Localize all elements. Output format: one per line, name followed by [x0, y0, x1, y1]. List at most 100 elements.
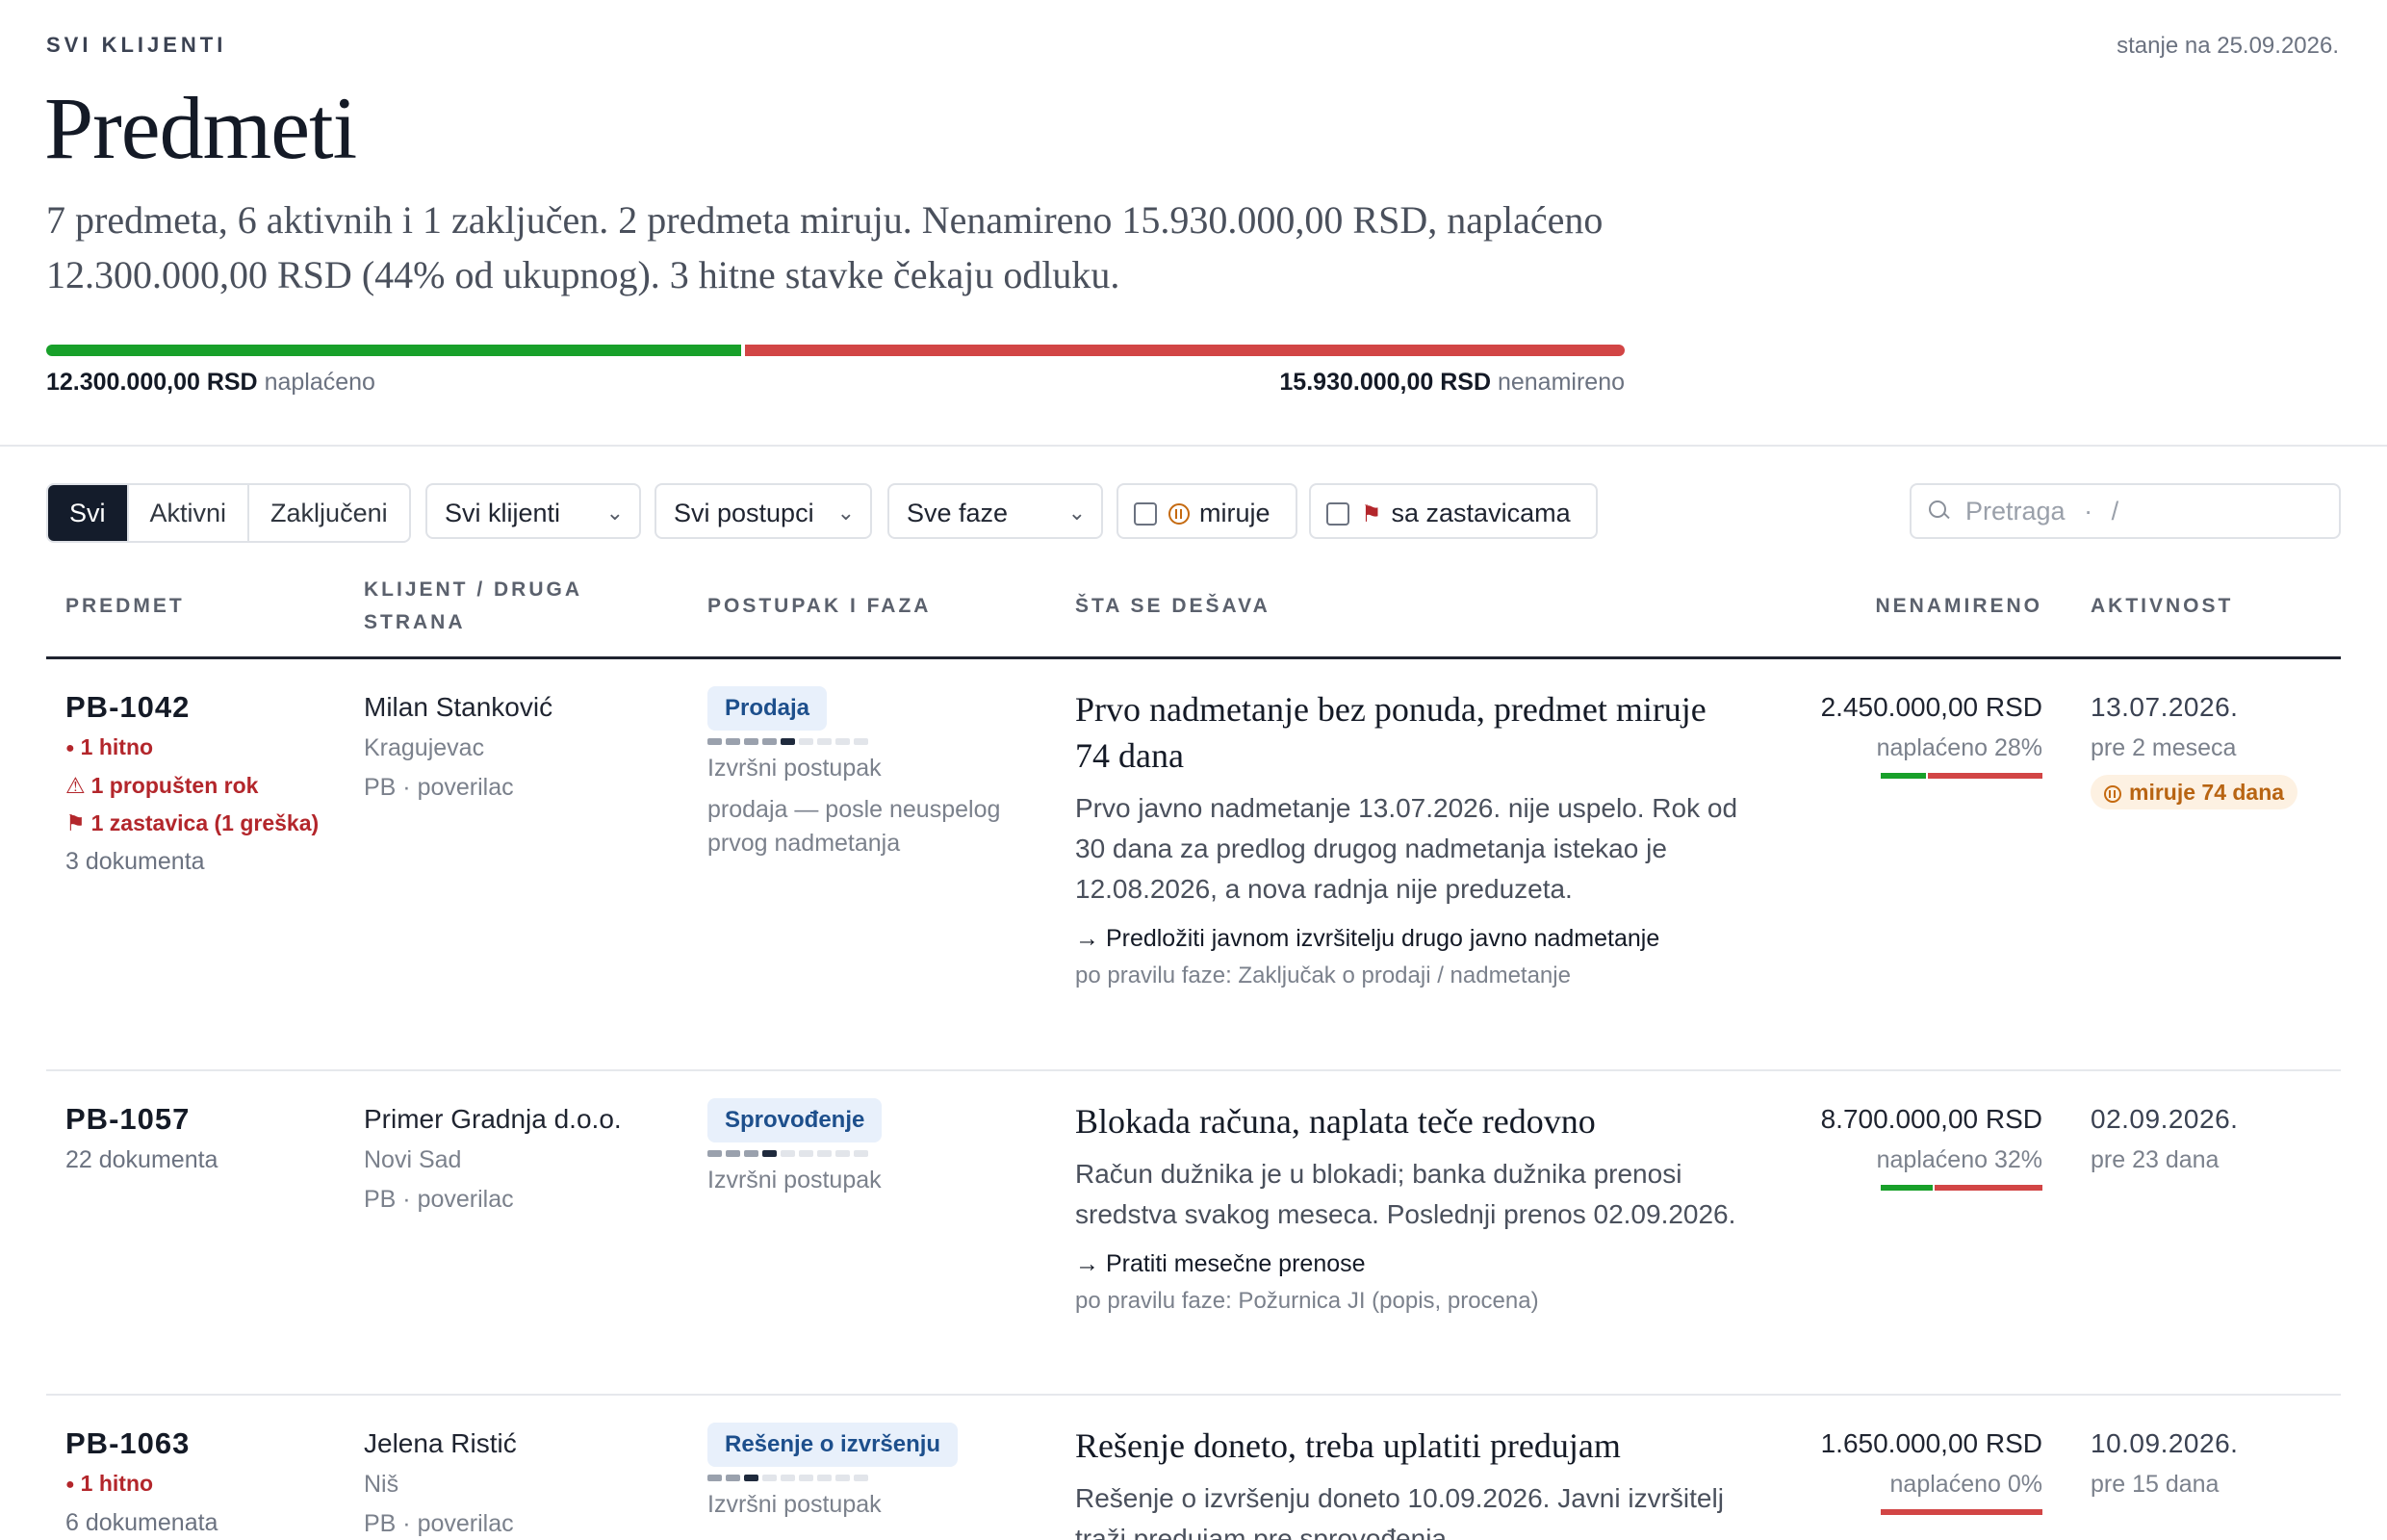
phase-step: [799, 1475, 813, 1481]
outstanding-cell: 1.650.000,00 RSD naplaćeno 0%: [1754, 1423, 2042, 1515]
flagged-filter-label: sa zastavicama: [1391, 499, 1571, 527]
phase-step: [781, 738, 795, 745]
urgent-count: ● 1 hitno: [65, 729, 354, 767]
chevron-down-icon: ⌄: [1067, 500, 1086, 525]
procedure-type: Izvršni postupak: [707, 755, 882, 782]
search-input[interactable]: Pretraga · /: [1910, 483, 2341, 539]
case-id[interactable]: PB-1042: [65, 686, 354, 729]
column-client-line-2: STRANA: [364, 611, 466, 633]
phase-step: [835, 1475, 850, 1481]
summary-text: 7 predmeta, 6 aktivnih i 1 zaključen. 2 …: [46, 198, 1604, 296]
phase-step: [762, 738, 777, 745]
column-client[interactable]: KLIJENT / DRUGA STRANA: [364, 574, 582, 639]
status-body: Rešenje o izvršenju doneto 10.09.2026. J…: [1075, 1483, 1724, 1540]
urgent-count: ● 1 hitno: [65, 1465, 354, 1503]
table-row[interactable]: PB-1057 22 dokumenta Primer Gradnja d.o.…: [46, 1069, 2341, 1396]
what-cell: Blokada računa, naplata teče redovno Rač…: [1075, 1098, 1749, 1320]
procedure-type: Izvršni postupak: [707, 1491, 882, 1518]
next-action[interactable]: → Pratiti mesečne prenose: [1075, 1245, 1749, 1283]
procedures-dropdown[interactable]: Svi postupci ⌄: [654, 483, 872, 539]
breadcrumb[interactable]: SVI KLIJENTI: [46, 33, 226, 58]
segment-closed[interactable]: Zaključeni: [247, 485, 409, 541]
phase-step: [707, 1475, 722, 1481]
segment-active[interactable]: Aktivni: [126, 485, 248, 541]
client-cell: Primer Gradnja d.o.o. Novi Sad PB · pove…: [364, 1098, 691, 1219]
activity-date: 10.09.2026.: [2091, 1428, 2239, 1458]
phase-step: [781, 1475, 795, 1481]
status-body: Račun dužnika je u blokadi; banka dužnik…: [1075, 1159, 1736, 1229]
checkbox-icon: [1134, 502, 1157, 526]
procedure-type: Izvršni postupak: [707, 1167, 882, 1194]
column-outstanding[interactable]: NENAMIRENO: [1875, 590, 2042, 623]
phases-dropdown[interactable]: Sve faze ⌄: [887, 483, 1103, 539]
activity-cell: 10.09.2026. pre 15 dana: [2091, 1423, 2331, 1503]
phase-step: [817, 738, 832, 745]
outstanding-amount: 1.650.000,00 RSD: [1820, 1428, 2042, 1458]
shortcut-separator: ·: [2084, 497, 2093, 526]
clients-dropdown[interactable]: Svi klijenti ⌄: [425, 483, 641, 539]
unpaid-segment: [744, 345, 1625, 356]
table-row[interactable]: PB-1042 ● 1 hitno ⚠ 1 propušten rok ⚑ 1 zas…: [46, 657, 2341, 1071]
phase-step: [744, 1150, 758, 1157]
case-cell: PB-1063 ● 1 hitno 6 dokumenata: [65, 1423, 354, 1540]
phase-step: [707, 1150, 722, 1157]
flag-icon: ⚑: [65, 810, 86, 835]
case-id[interactable]: PB-1063: [65, 1423, 354, 1465]
page-title: Predmeti: [44, 79, 357, 177]
case-cell: PB-1057 22 dokumenta: [65, 1098, 354, 1179]
warning-icon: ⚠: [65, 773, 86, 798]
phase-step: [817, 1475, 832, 1481]
phase-badge: Rešenje o izvršenju: [707, 1423, 959, 1467]
pause-icon: [2104, 785, 2121, 803]
as-of-date: stanje na 25.09.2026.: [2117, 33, 2339, 59]
filter-bar: Svi Aktivni Zaključeni Svi klijenti ⌄ Sv…: [46, 483, 2341, 543]
table-row[interactable]: PB-1063 ● 1 hitno 6 dokumenata Jelena Ris…: [46, 1394, 2341, 1540]
phase-badge: Prodaja: [707, 686, 828, 731]
case-id[interactable]: PB-1057: [65, 1098, 354, 1141]
urgent-label: 1 hitno: [80, 734, 154, 759]
idle-filter-checkbox[interactable]: miruje: [1116, 483, 1297, 539]
phase-step: [744, 1475, 758, 1481]
collection-progress-bar: [46, 345, 1625, 356]
column-case[interactable]: PREDMET: [65, 590, 185, 623]
phase-step: [835, 1150, 850, 1157]
phase-step: [799, 1150, 813, 1157]
phase-rule: po pravilu faze: Požurnica JI (popis, pr…: [1075, 1288, 1539, 1314]
document-count: 3 dokumenta: [65, 848, 205, 875]
procedures-dropdown-label: Svi postupci: [674, 499, 814, 527]
chevron-down-icon: ⌄: [836, 500, 855, 525]
activity-cell: 02.09.2026. pre 23 dana: [2091, 1098, 2331, 1179]
status-title: Rešenje doneto, treba uplatiti predujam: [1075, 1426, 1621, 1465]
document-count: 6 dokumenata: [65, 1509, 218, 1536]
activity-date: 02.09.2026.: [2091, 1104, 2239, 1134]
unpaid-amount: 15.930.000,00 RSD: [1279, 369, 1492, 396]
client-cell: Milan Stanković Kragujevac PB · poverila…: [364, 686, 691, 808]
phase-steps: [707, 738, 1054, 745]
red-dot-icon: ●: [65, 740, 75, 757]
unpaid-fill: [1881, 1509, 2042, 1515]
idle-label: miruje 74 dana: [2129, 780, 2285, 805]
phase-step: [854, 738, 868, 745]
phase-step: [835, 738, 850, 745]
table-header: PREDMET KLIJENT / DRUGA STRANA POSTUPAK …: [46, 574, 2341, 659]
phase-step: [762, 1150, 777, 1157]
paid-amount: 12.300.000,00 RSD: [46, 369, 258, 396]
phase-step: [854, 1150, 868, 1157]
next-action[interactable]: → Predložiti javnom izvršitelju drugo ja…: [1075, 919, 1749, 958]
phase-rule: po pravilu faze: Zaključak o prodaji / n…: [1075, 962, 1571, 988]
phase-step: [799, 738, 813, 745]
paid-minibar: [1881, 773, 2042, 779]
client-role: PB · poverilac: [364, 1510, 514, 1537]
column-activity[interactable]: AKTIVNOST: [2091, 590, 2233, 623]
segment-all[interactable]: Svi: [48, 485, 127, 541]
status-segmented-control: Svi Aktivni Zaključeni: [46, 483, 411, 543]
activity-ago: pre 2 meseca: [2091, 734, 2237, 761]
flagged-filter-checkbox[interactable]: ⚑ sa zastavicama: [1309, 483, 1598, 539]
missed-deadline: ⚠ 1 propušten rok: [65, 767, 354, 805]
column-what[interactable]: ŠTA SE DEŠAVA: [1075, 590, 1270, 623]
phases-dropdown-label: Sve faze: [907, 499, 1009, 527]
phase-step: [854, 1475, 868, 1481]
clients-dropdown-label: Svi klijenti: [445, 499, 561, 527]
phase-step: [726, 1150, 740, 1157]
column-procedure[interactable]: POSTUPAK I FAZA: [707, 590, 931, 623]
